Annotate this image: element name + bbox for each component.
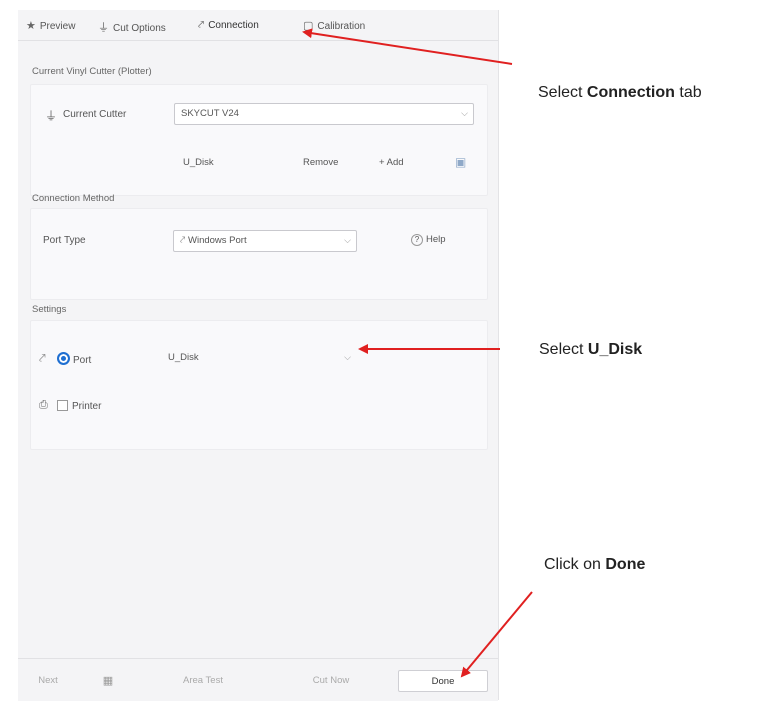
annotation-connection-suffix: tab: [674, 84, 702, 101]
annotation-connection-bold: Connection: [586, 84, 675, 101]
annotation-u-disk-prefix: Select: [539, 341, 588, 358]
annotation-connection: Select Connection tab: [538, 84, 702, 102]
annotation-arrows: [302, 28, 533, 678]
arrow-to-done: [460, 591, 533, 678]
annotation-connection-prefix: Select: [538, 84, 587, 101]
annotation-u-disk: Select U_Disk: [539, 341, 642, 359]
annotation-done: Click on Done: [544, 556, 645, 574]
annotation-done-bold: Done: [605, 556, 646, 573]
arrow-to-connection-tab: [302, 28, 513, 65]
annotation-done-prefix: Click on: [544, 556, 606, 573]
annotation-u-disk-bold: U_Disk: [587, 341, 643, 358]
